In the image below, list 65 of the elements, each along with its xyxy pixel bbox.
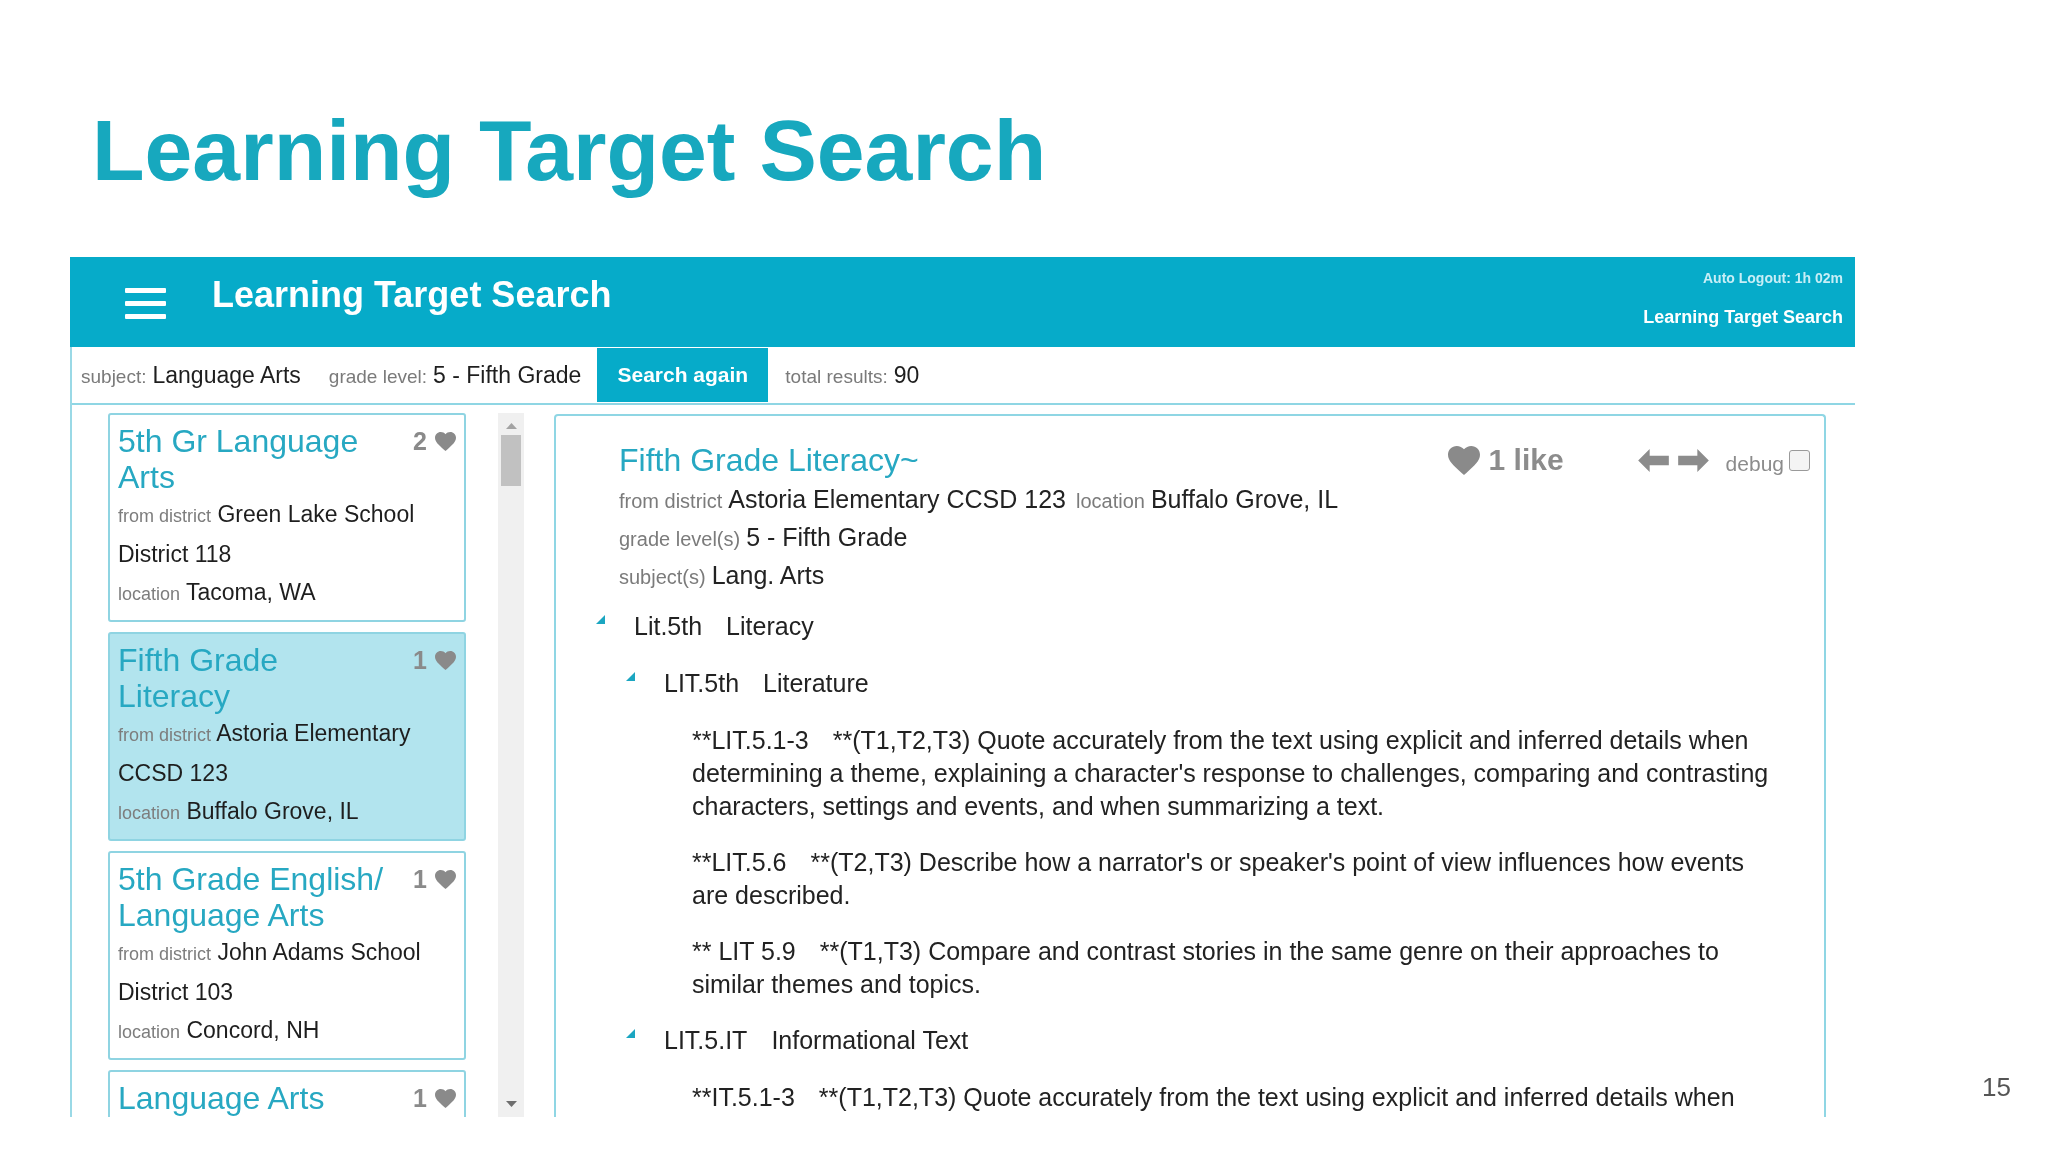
outline-code: Lit.5th bbox=[634, 611, 703, 642]
scroll-down-icon[interactable] bbox=[505, 1101, 517, 1107]
field-label: subject(s) bbox=[619, 565, 706, 590]
result-card[interactable]: 5th Gr Language Arts 2 from district Green Lake School District 118 location Tacoma, WA bbox=[108, 413, 466, 622]
triangle-icon[interactable] bbox=[626, 672, 635, 681]
debug-checkbox[interactable] bbox=[1789, 449, 1810, 471]
heart-icon[interactable] bbox=[1447, 445, 1480, 475]
app-title: Learning Target Search bbox=[212, 275, 612, 315]
learning-target-text: **LIT.5.1-3 **(T1,T2,T3) Quote accurately from the text using explicit and inferred details when determining a theme, explaining a character's response to challenges, comparing and contrasting characters, settings and events, and when summarizing a text. bbox=[692, 725, 1770, 822]
outline-code: LIT.5.IT bbox=[664, 1025, 748, 1056]
like-count: 1 bbox=[413, 1083, 427, 1113]
filter-value: 5 - Fifth Grade bbox=[433, 360, 582, 390]
filter-value: Language Arts bbox=[152, 360, 301, 390]
arrow-left-icon[interactable] bbox=[1637, 448, 1669, 472]
learning-target-text: **IT.5.1-3 **(T1,T2,T3) Quote accurately from the text using explicit and inferred details when bbox=[692, 1082, 1736, 1113]
page-number: 15 bbox=[1982, 1072, 2011, 1102]
field-label: from district bbox=[619, 489, 723, 514]
result-card[interactable]: Fifth Grade Literacy 1 from district Astoria Elementary CCSD 123 location Buffalo Grove, IL bbox=[108, 632, 466, 841]
district-info: from district Astoria Elementary CCSD 123 bbox=[118, 719, 412, 788]
slide-title: Learning Target Search bbox=[92, 101, 1047, 200]
card-title: Fifth Grade Literacy bbox=[118, 642, 280, 714]
like-count: 1 bbox=[413, 864, 427, 894]
outline-title: Literature bbox=[763, 668, 869, 699]
heart-icon[interactable] bbox=[435, 869, 456, 889]
debug-label: debug bbox=[1725, 451, 1784, 478]
triangle-icon[interactable] bbox=[596, 615, 605, 624]
outline-code: LIT.5th bbox=[664, 668, 740, 699]
filter-label: grade level: bbox=[328, 364, 428, 389]
field-value: Astoria Elementary CCSD 123 bbox=[728, 484, 1066, 515]
field-value: Buffalo Grove, IL bbox=[1150, 484, 1339, 515]
learning-target-text: **LIT.5.6 **(T2,T3) Describe how a narrator's or speaker's point of view influences how events are described. bbox=[692, 847, 1746, 911]
filter-label: subject: bbox=[81, 364, 147, 389]
total-results-label: total results: bbox=[785, 364, 888, 389]
detail-title: Fifth Grade Literacy~ bbox=[619, 441, 919, 480]
page-name: Learning Target Search bbox=[1643, 306, 1843, 328]
total-results-value: 90 bbox=[893, 360, 920, 390]
heart-icon[interactable] bbox=[435, 650, 456, 670]
heart-icon[interactable] bbox=[435, 1088, 456, 1108]
location-info: location Tacoma, WA bbox=[118, 578, 317, 607]
menu-icon[interactable] bbox=[125, 288, 166, 319]
outline-title: Informational Text bbox=[771, 1025, 969, 1056]
learning-target-text: ** LIT 5.9 **(T1,T3) Compare and contrast stories in the same genre on their approaches to similar themes and topics. bbox=[692, 936, 1720, 1000]
like-count: 1 bbox=[413, 645, 427, 675]
heart-icon[interactable] bbox=[435, 431, 456, 451]
district-info: from district Green Lake School District 118 bbox=[118, 500, 416, 569]
field-label: grade level(s) bbox=[619, 527, 741, 552]
triangle-icon[interactable] bbox=[626, 1029, 635, 1038]
scrollbar-thumb[interactable] bbox=[501, 435, 521, 486]
field-value: Lang. Arts bbox=[711, 560, 825, 591]
card-title: Language Arts bbox=[118, 1080, 326, 1116]
location-info: location Buffalo Grove, IL bbox=[118, 797, 360, 826]
field-label: location bbox=[1076, 489, 1145, 514]
scroll-up-icon[interactable] bbox=[505, 423, 517, 429]
arrow-right-icon[interactable] bbox=[1677, 448, 1709, 472]
scrollbar[interactable] bbox=[498, 413, 524, 1117]
auto-logout-timer: Auto Logout: 1h 02m bbox=[1703, 269, 1843, 288]
district-info: from district John Adams School District 103 bbox=[118, 938, 422, 1007]
card-title: 5th Grade English/ Language Arts bbox=[118, 861, 385, 933]
location-info: location Concord, NH bbox=[118, 1016, 321, 1045]
field-value: 5 - Fifth Grade bbox=[746, 522, 908, 553]
card-title: 5th Gr Language Arts bbox=[118, 423, 360, 495]
like-count: 1 like bbox=[1488, 442, 1564, 478]
result-card[interactable]: 5th Grade English/ Language Arts 1 from district John Adams School District 103 location Concord, NH bbox=[108, 851, 466, 1060]
outline-title: Literacy bbox=[726, 611, 814, 642]
like-count: 2 bbox=[413, 426, 427, 456]
